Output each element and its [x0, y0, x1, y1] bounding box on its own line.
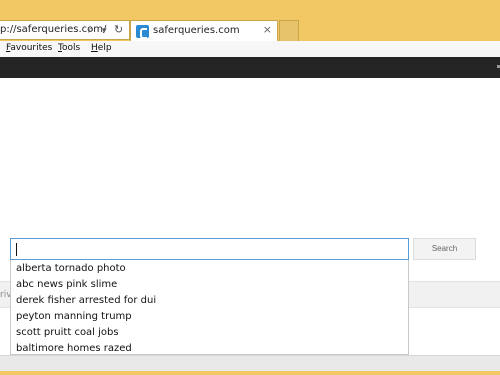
menu-bar: Favourites Tools Help — [0, 41, 500, 57]
suggestions-dropdown: alberta tornado photo abc news pink slim… — [10, 260, 409, 355]
suggestion-item[interactable]: scott pruitt coal jobs — [16, 327, 119, 338]
new-tab-button[interactable] — [279, 20, 299, 41]
search-icon[interactable]: ⌕ — [88, 23, 94, 37]
close-icon[interactable]: × — [263, 23, 272, 36]
text-caret — [16, 243, 17, 256]
status-accent-line — [0, 371, 500, 375]
saferqueries-favicon-icon — [136, 25, 149, 39]
tab-title: saferqueries.com — [153, 25, 240, 36]
suggestion-item[interactable]: peyton manning trump — [16, 311, 132, 322]
suggestion-item[interactable]: alberta tornado photo — [16, 263, 126, 274]
search-input[interactable] — [10, 238, 409, 260]
status-bar — [0, 355, 500, 375]
site-header-bar — [0, 57, 500, 78]
menu-tools[interactable]: Tools — [58, 43, 80, 53]
browser-tab[interactable]: saferqueries.com × — [130, 20, 278, 41]
suggestion-item[interactable]: abc news pink slime — [16, 279, 117, 290]
suggestion-item[interactable]: derek fisher arrested for dui — [16, 295, 156, 306]
menu-help[interactable]: Help — [91, 43, 112, 53]
refresh-icon[interactable]: ↻ — [114, 23, 123, 37]
chevron-down-icon[interactable]: ▾ — [102, 24, 107, 38]
menu-favourites[interactable]: Favourites — [6, 43, 52, 53]
suggestion-item[interactable]: baltimore homes razed — [16, 343, 132, 354]
address-bar[interactable]: p://saferqueries.com/ ⌕ ▾ ↻ — [0, 20, 130, 40]
search-button[interactable]: Search — [413, 238, 476, 260]
